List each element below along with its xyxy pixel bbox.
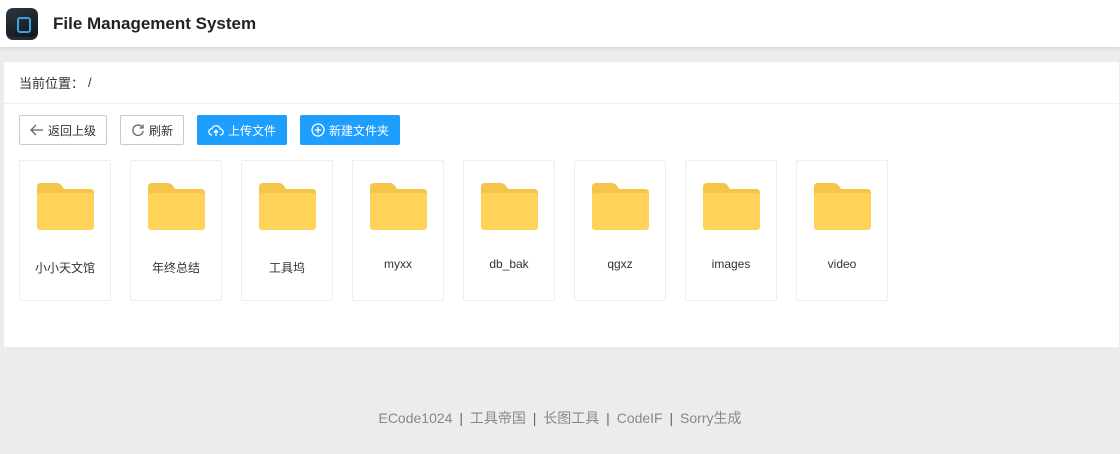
folder-icon — [703, 183, 760, 230]
folder-icon — [592, 183, 649, 230]
folder-item[interactable]: myxx — [352, 160, 444, 301]
footer-link[interactable]: 长图工具 — [543, 410, 599, 426]
footer-link[interactable]: CodeIF — [617, 410, 663, 426]
footer-link[interactable]: Sorry生成 — [680, 410, 741, 426]
folder-icon — [37, 183, 94, 230]
folder-name: db_bak — [489, 257, 529, 271]
file-panel: 当前位置： / 返回上级 刷新 上传文件 新建文件夹 小小天文馆 年终总结 工具… — [4, 62, 1119, 347]
folder-item[interactable]: db_bak — [463, 160, 555, 301]
back-button-label: 返回上级 — [48, 123, 97, 138]
folder-name: myxx — [384, 257, 412, 271]
breadcrumb: 当前位置： / — [4, 62, 1119, 104]
folder-item[interactable]: video — [796, 160, 888, 301]
refresh-button-label: 刷新 — [149, 123, 174, 138]
footer-separator: | — [606, 410, 610, 426]
folder-item[interactable]: images — [685, 160, 777, 301]
refresh-icon — [131, 123, 145, 137]
folder-item[interactable]: 工具坞 — [241, 160, 333, 301]
new-folder-button[interactable]: 新建文件夹 — [300, 115, 401, 145]
footer-links: ECode1024 | 工具帝国 | 长图工具 | CodeIF | Sorry… — [0, 408, 1120, 428]
breadcrumb-path[interactable]: / — [88, 75, 92, 90]
upload-button[interactable]: 上传文件 — [197, 115, 288, 145]
breadcrumb-label: 当前位置： — [19, 76, 85, 91]
new-folder-button-label: 新建文件夹 — [329, 123, 390, 138]
folder-icon — [814, 183, 871, 230]
footer-link[interactable]: ECode1024 — [378, 410, 452, 426]
footer-link[interactable]: 工具帝国 — [470, 410, 526, 426]
toolbar: 返回上级 刷新 上传文件 新建文件夹 — [19, 115, 401, 145]
folder-name: 小小天文馆 — [34, 261, 95, 275]
footer-separator: | — [669, 410, 674, 426]
plus-circle-icon — [311, 123, 325, 137]
arrow-left-icon — [30, 124, 44, 136]
folder-name: 工具坞 — [268, 261, 305, 275]
app-logo-icon — [6, 7, 38, 40]
folder-icon — [259, 183, 316, 230]
folder-name: video — [827, 257, 857, 271]
folder-icon — [481, 183, 538, 230]
folder-item[interactable]: 年终总结 — [130, 160, 222, 301]
folder-grid: 小小天文馆 年终总结 工具坞 myxx db_bak qgxz images v… — [19, 160, 888, 301]
cloud-upload-icon — [208, 124, 224, 137]
folder-name: 年终总结 — [151, 261, 200, 275]
app-title: File Management System — [53, 13, 257, 33]
footer-separator: | — [459, 410, 463, 426]
folder-item[interactable]: qgxz — [574, 160, 666, 301]
folder-icon — [148, 183, 205, 230]
app-header: File Management System — [0, 0, 1120, 47]
footer-separator: | — [532, 410, 537, 426]
refresh-button[interactable]: 刷新 — [120, 115, 185, 145]
folder-name: images — [711, 257, 751, 271]
folder-item[interactable]: 小小天文馆 — [19, 160, 111, 301]
back-button[interactable]: 返回上级 — [19, 115, 108, 145]
folder-icon — [370, 183, 427, 230]
upload-button-label: 上传文件 — [228, 123, 277, 138]
folder-name: qgxz — [607, 257, 633, 271]
